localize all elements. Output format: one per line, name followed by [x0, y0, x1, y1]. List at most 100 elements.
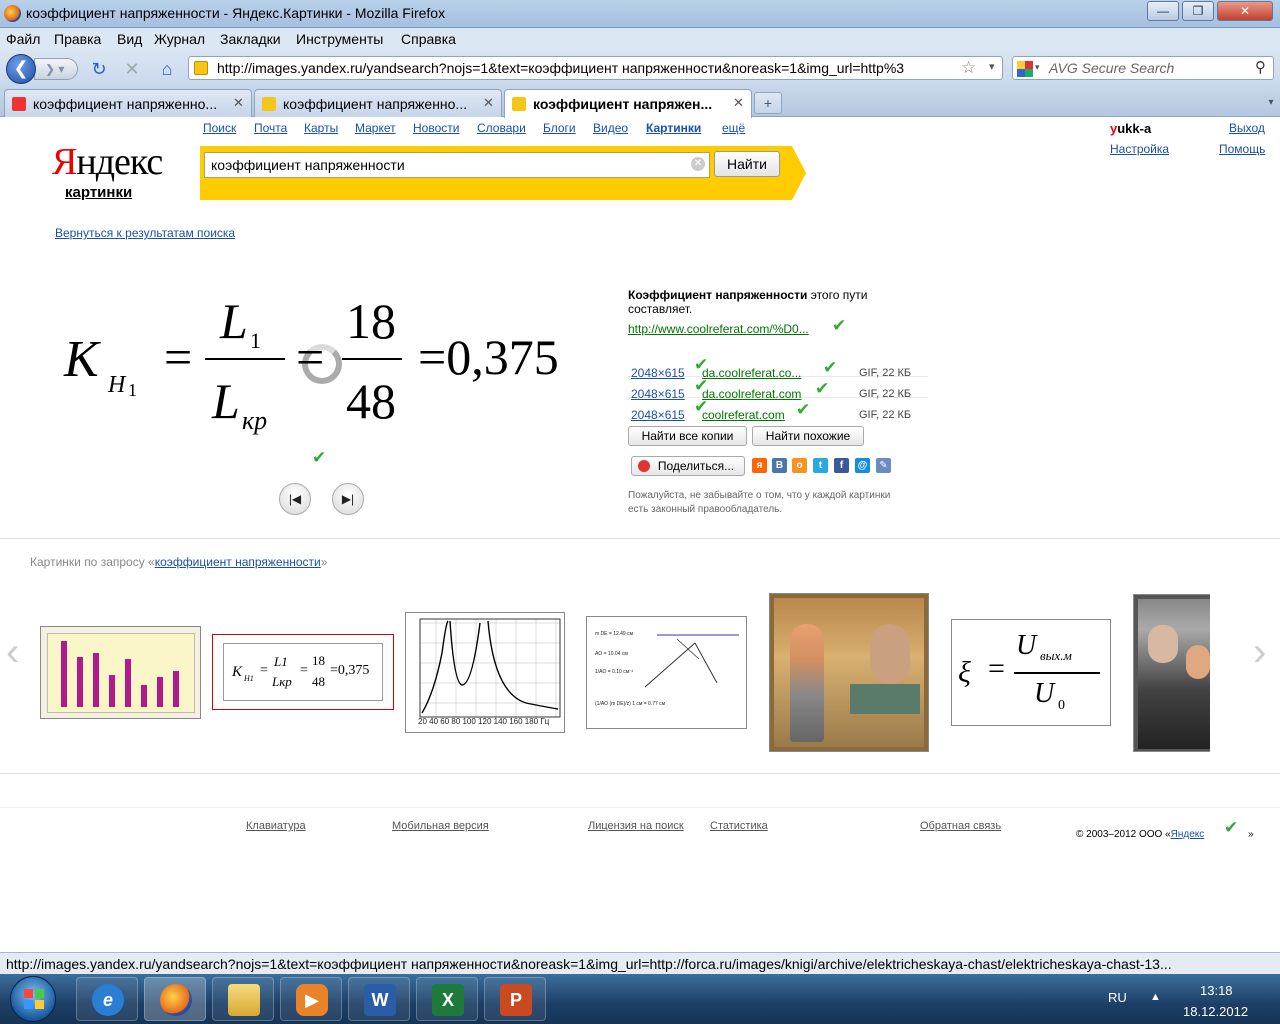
- logout-link[interactable]: Выход: [1229, 121, 1265, 135]
- bookmark-star-icon[interactable]: ☆: [961, 58, 976, 78]
- menu-bookmarks[interactable]: Закладки: [220, 31, 281, 47]
- copyright-company-link[interactable]: Яндекс: [1171, 829, 1205, 840]
- search-placeholder[interactable]: AVG Secure Search: [1049, 60, 1174, 76]
- find-all-copies-button[interactable]: Найти все копии: [628, 426, 747, 446]
- footer-stats-link[interactable]: Статистика: [710, 820, 768, 832]
- taskbar-explorer[interactable]: [212, 977, 274, 1021]
- taskbar-word[interactable]: W: [348, 977, 410, 1021]
- carousel-next-arrow[interactable]: ›: [1253, 630, 1266, 675]
- service-dictionaries[interactable]: Словари: [477, 121, 526, 135]
- tab-list-icon[interactable]: ▾: [1264, 92, 1278, 114]
- clear-icon[interactable]: ✕: [691, 157, 705, 171]
- yandex-logo[interactable]: Яндекс: [52, 140, 163, 184]
- menu-edit[interactable]: Правка: [54, 31, 101, 47]
- find-button[interactable]: Найти: [714, 151, 780, 177]
- logo-subtitle[interactable]: картинки: [65, 184, 132, 201]
- taskbar-powerpoint[interactable]: P: [484, 977, 546, 1021]
- tab-3-active[interactable]: коэффициент напряжен... ✕: [504, 89, 752, 118]
- reload-icon[interactable]: ↻: [88, 58, 110, 80]
- close-window-button[interactable]: ✕: [1217, 1, 1273, 21]
- stop-icon[interactable]: ✕: [121, 58, 143, 80]
- share-button[interactable]: Поделиться...: [631, 456, 745, 476]
- engine-dropdown-icon[interactable]: ▾: [1035, 62, 1040, 73]
- related-query-link[interactable]: коэффициент напряженности: [155, 555, 321, 569]
- footer-license-link[interactable]: Лицензия на поиск: [588, 820, 684, 832]
- vkontakte-icon[interactable]: В: [772, 458, 787, 473]
- taskbar-firefox[interactable]: [144, 977, 206, 1021]
- thumbnail-3-resonance-graph[interactable]: 20 40 60 80 100 120 140 160 180 Гц: [405, 612, 565, 733]
- thumbnail-2-formula-selected[interactable]: K H1 = L1 Lкр = 18 48 =0,375: [212, 634, 394, 710]
- service-news[interactable]: Новости: [413, 121, 459, 135]
- username[interactable]: yukk-a: [1110, 121, 1151, 136]
- copy-site-link[interactable]: da.coolreferat.com: [702, 387, 801, 401]
- service-maps[interactable]: Карты: [304, 121, 338, 135]
- search-query[interactable]: коэффициент напряженности: [211, 157, 405, 173]
- service-blogs[interactable]: Блоги: [543, 121, 576, 135]
- menu-history[interactable]: Журнал: [154, 31, 205, 47]
- copy-size-link[interactable]: 2048×615: [631, 387, 685, 401]
- tab-close-icon[interactable]: ✕: [483, 95, 494, 111]
- facebook-icon[interactable]: f: [834, 458, 849, 473]
- home-icon[interactable]: ⌂: [156, 58, 178, 80]
- new-tab-button[interactable]: +: [754, 92, 782, 114]
- main-image-formula[interactable]: K H 1 = L 1 L кр = 18 48 =0,375: [60, 290, 600, 450]
- help-link[interactable]: Помощь: [1219, 142, 1265, 156]
- menu-view[interactable]: Вид: [117, 31, 142, 47]
- clock-time[interactable]: 13:18: [1200, 983, 1233, 998]
- service-video[interactable]: Видео: [593, 121, 628, 135]
- service-more[interactable]: ещё: [722, 121, 745, 135]
- livejournal-icon[interactable]: ✎: [876, 458, 891, 473]
- url-dropdown-icon[interactable]: ▾: [989, 60, 995, 73]
- find-similar-button[interactable]: Найти похожие: [752, 426, 864, 446]
- twitter-icon[interactable]: t: [813, 458, 828, 473]
- taskbar-excel[interactable]: X: [416, 977, 478, 1021]
- url-text[interactable]: http://images.yandex.ru/yandsearch?nojs=…: [217, 60, 957, 76]
- copy-size-link[interactable]: 2048×615: [631, 408, 685, 422]
- footer-mobile-link[interactable]: Мобильная версия: [392, 820, 489, 832]
- footer-feedback-link[interactable]: Обратная связь: [920, 820, 1001, 832]
- search-icon[interactable]: ⚲: [1255, 58, 1266, 76]
- tab-1[interactable]: коэффициент напряженно... ✕: [4, 89, 252, 117]
- tray-expand-icon[interactable]: ▲: [1150, 991, 1161, 1003]
- thumbnail-6-formula[interactable]: ξ = U вых.м U 0: [951, 619, 1111, 726]
- thumbnail-7-photo-partial[interactable]: [1133, 594, 1210, 752]
- footer-keyboard-link[interactable]: Клавиатура: [246, 820, 306, 832]
- mailru-icon[interactable]: @: [855, 458, 870, 473]
- thumbnail-4-vector-diagram[interactable]: m DE = 12.49 см AO = 10.04 см 1/AO = 0.1…: [586, 616, 747, 729]
- thumbnail-1-bar-chart[interactable]: [40, 626, 201, 719]
- settings-link[interactable]: Настройка: [1110, 142, 1169, 156]
- language-indicator[interactable]: RU: [1108, 990, 1127, 1005]
- search-input[interactable]: коэффициент напряженности ✕: [204, 152, 710, 178]
- copy-site-link[interactable]: coolreferat.com: [702, 408, 785, 422]
- web-search-box[interactable]: ▾ AVG Secure Search ⚲: [1012, 56, 1274, 80]
- thumbnail-5-photo[interactable]: [769, 593, 929, 752]
- address-bar[interactable]: http://images.yandex.ru/yandsearch?nojs=…: [188, 56, 1003, 80]
- back-button[interactable]: ❮: [6, 54, 36, 84]
- forward-button[interactable]: ❯ ▾: [34, 58, 78, 80]
- service-search[interactable]: Поиск: [203, 121, 236, 135]
- start-button[interactable]: [10, 976, 56, 1022]
- back-to-results-link[interactable]: Вернуться к результатам поиска: [55, 226, 235, 240]
- copy-size-link[interactable]: 2048×615: [631, 366, 685, 380]
- prev-image-button[interactable]: |◀: [279, 483, 311, 515]
- service-market[interactable]: Маркет: [355, 121, 396, 135]
- maximize-button[interactable]: ❐: [1182, 1, 1214, 21]
- taskbar-ie[interactable]: e: [76, 977, 138, 1021]
- menu-file[interactable]: Файл: [6, 31, 40, 47]
- yaru-icon[interactable]: я: [752, 458, 767, 473]
- minimize-button[interactable]: —: [1147, 1, 1179, 21]
- clock-date[interactable]: 18.12.2012: [1183, 1004, 1248, 1019]
- next-image-button[interactable]: ▶|: [332, 483, 364, 515]
- menu-tools[interactable]: Инструменты: [296, 31, 383, 47]
- odnoklassniki-icon[interactable]: о: [792, 458, 807, 473]
- carousel-prev-arrow[interactable]: ‹: [6, 630, 19, 675]
- service-images[interactable]: Картинки: [646, 121, 701, 135]
- taskbar-media-player[interactable]: ▶: [280, 977, 342, 1021]
- avg-icon[interactable]: [1017, 61, 1033, 77]
- source-link[interactable]: http://www.coolreferat.com/%D0...: [628, 322, 809, 336]
- menu-help[interactable]: Справка: [401, 31, 456, 47]
- tab-2[interactable]: коэффициент напряженно... ✕: [254, 89, 502, 117]
- tab-close-icon[interactable]: ✕: [733, 95, 744, 111]
- service-mail[interactable]: Почта: [254, 121, 287, 135]
- copy-site-link[interactable]: da.coolreferat.co...: [702, 366, 801, 380]
